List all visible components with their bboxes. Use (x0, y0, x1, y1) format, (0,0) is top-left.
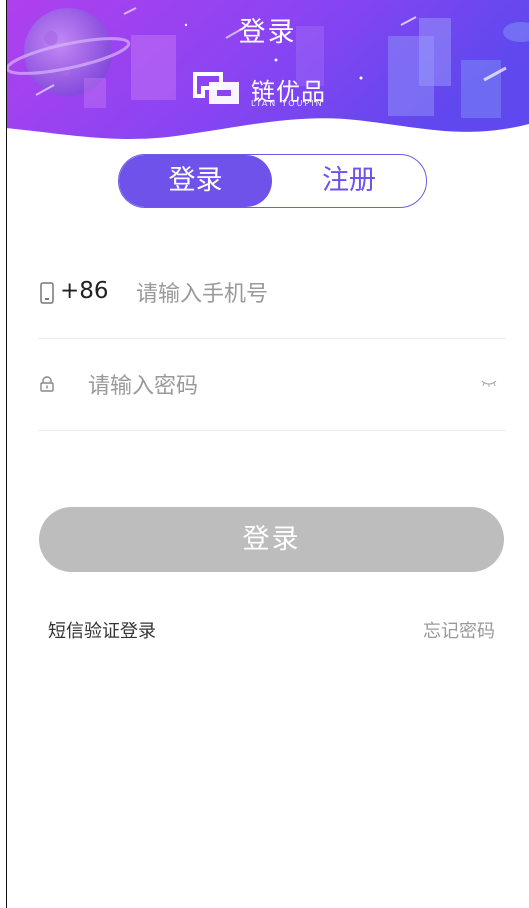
phone-icon (40, 282, 54, 304)
brand-logo: 链优品 LIAN YOUPIN (191, 72, 361, 112)
page-title: 登录 (238, 17, 297, 48)
brand-logo-icon (193, 72, 239, 104)
phone-input[interactable] (136, 278, 476, 310)
eye-closed-icon[interactable] (481, 380, 497, 388)
tab-register[interactable]: 注册 (272, 155, 426, 207)
phone-row: +86 (38, 250, 506, 339)
password-row (38, 340, 506, 431)
login-button[interactable]: 登录 (39, 507, 504, 572)
sms-login-link[interactable]: 短信验证登录 (48, 617, 156, 643)
forgot-password-link[interactable]: 忘记密码 (423, 617, 495, 643)
auth-tabs: 登录 注册 (118, 154, 427, 208)
password-input[interactable] (88, 370, 458, 402)
lock-icon (40, 376, 54, 392)
brand-name-en: LIAN YOUPIN (251, 99, 324, 108)
header-banner: 登录 链优品 LIAN YOUPIN (6, 0, 529, 145)
window-edge (0, 0, 7, 908)
country-code[interactable]: +86 (60, 278, 109, 304)
tab-login[interactable]: 登录 (119, 155, 272, 207)
